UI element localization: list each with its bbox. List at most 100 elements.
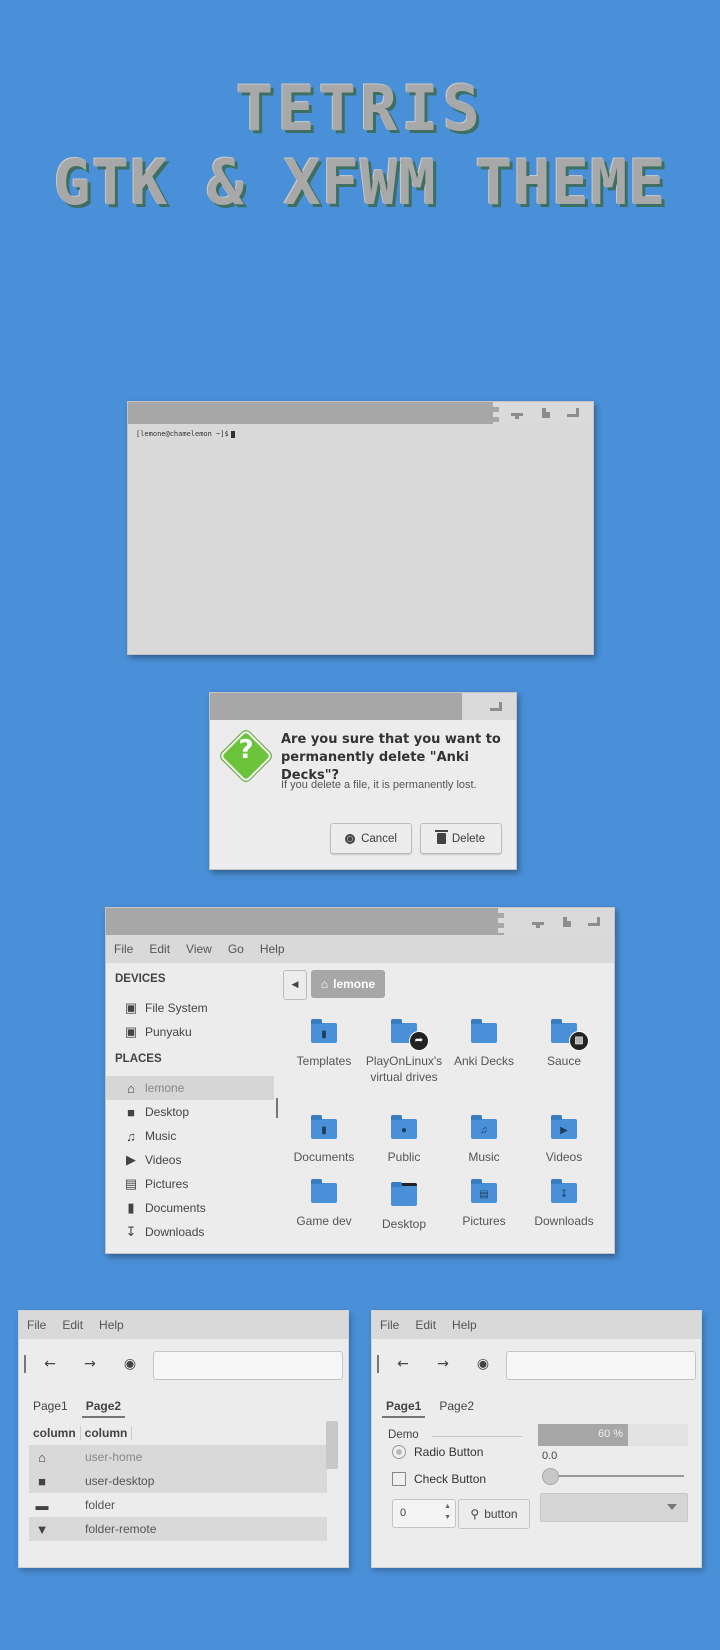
sidebar-item-documents[interactable]: ▮ Documents (106, 1196, 274, 1220)
music-icon: ♫ (126, 1128, 136, 1144)
menu-view[interactable]: View (178, 942, 220, 956)
menu-help[interactable]: Help (91, 1318, 132, 1332)
table-row[interactable]: ▼ folder-remote (29, 1517, 327, 1541)
folder-icon: ↧ (551, 1179, 577, 1203)
table-row[interactable]: ▬ folder (29, 1493, 327, 1517)
fm-titlebar[interactable] (106, 908, 614, 935)
sidebar-item-music[interactable]: ♫ Music (106, 1124, 274, 1148)
forward-arrow-icon[interactable]: → (432, 1353, 454, 1375)
record-icon[interactable]: ◉ (472, 1353, 494, 1375)
delete-dialog: ? Are you sure that you want to permanen… (209, 692, 517, 870)
checkbox-icon (392, 1472, 406, 1486)
cancel-button[interactable]: Cancel (330, 823, 412, 854)
sidebar-item-lemone[interactable]: ⌂ lemone (106, 1076, 274, 1100)
folder-desktop[interactable]: Desktop (364, 1182, 444, 1232)
desktop-folder-icon (391, 1182, 417, 1206)
toolbar-grip[interactable] (377, 1355, 379, 1373)
delete-button[interactable]: Delete (420, 823, 502, 854)
tab-page2[interactable]: Page2 (435, 1397, 478, 1418)
folder-anki-decks[interactable]: Anki Decks (444, 1019, 524, 1069)
home-icon: ⌂ (320, 977, 329, 991)
slider-knob[interactable] (542, 1468, 559, 1485)
sidebar-item-videos[interactable]: ▶ Videos (106, 1148, 274, 1172)
spin-down-icon[interactable]: ▼ (444, 1514, 451, 1521)
link-icon: ➦ (409, 1031, 429, 1051)
pane-divider[interactable] (276, 1098, 278, 1118)
sidebar-item-punyaku[interactable]: ▣ Punyaku (106, 1020, 274, 1044)
folder-icon: ▶ (551, 1115, 577, 1139)
folder-sauce[interactable]: ▩ Sauce (524, 1019, 604, 1069)
folder-icon: ● (391, 1115, 417, 1139)
tab-page1[interactable]: Page1 (29, 1397, 72, 1418)
table-row[interactable]: ■ user-desktop (29, 1469, 327, 1493)
dialog-titlebar[interactable] (210, 693, 516, 720)
toolbar-grip[interactable] (24, 1355, 26, 1373)
terminal-prompt[interactable]: [lemone@chamelemon ~]$ (136, 430, 235, 438)
toolbar-entry[interactable] (506, 1351, 696, 1380)
radio-button[interactable]: Radio Button (392, 1445, 483, 1459)
close-icon[interactable] (490, 701, 504, 712)
demo-toolbar: ← → ◉ (19, 1347, 348, 1380)
folder-icon: ▬ (35, 1497, 49, 1513)
minimize-icon[interactable] (511, 408, 525, 419)
path-back-button[interactable]: ◀ (283, 970, 307, 1000)
spin-up-icon[interactable]: ▲ (444, 1503, 451, 1510)
folder-icon (311, 1179, 337, 1203)
column-header-2[interactable]: column (81, 1426, 133, 1440)
menu-file[interactable]: File (372, 1318, 407, 1332)
menu-edit[interactable]: Edit (407, 1318, 444, 1332)
download-icon: ↧ (125, 1224, 137, 1239)
tree-view: column column ⌂ user-home ■ user-desktop ▬… (29, 1421, 327, 1541)
sidebar-item-desktop[interactable]: ■ Desktop (106, 1100, 274, 1124)
menu-edit[interactable]: Edit (141, 942, 178, 956)
check-button[interactable]: Check Button (392, 1472, 486, 1486)
maximize-icon[interactable] (539, 408, 553, 418)
folder-playonlinux[interactable]: ➦ PlayOnLinux's virtual drives (364, 1019, 444, 1085)
demo-button[interactable]: ⚲ button (458, 1499, 530, 1529)
back-arrow-icon[interactable]: ← (39, 1353, 61, 1375)
document-icon: ▮ (127, 1200, 135, 1215)
folder-public[interactable]: ● Public (364, 1115, 444, 1165)
scrollbar[interactable] (326, 1421, 338, 1469)
folder-templates[interactable]: ▮ Templates (284, 1019, 364, 1069)
spin-button[interactable]: 0 ▲ ▼ (392, 1499, 456, 1528)
tab-page2[interactable]: Page2 (81, 1397, 126, 1418)
folder-pictures[interactable]: ▤ Pictures (444, 1179, 524, 1229)
folder-music[interactable]: ♫ Music (444, 1115, 524, 1165)
folder-icon (471, 1019, 497, 1043)
share-icon: ▩ (569, 1031, 589, 1051)
close-icon[interactable] (567, 408, 581, 418)
menu-file[interactable]: File (106, 942, 141, 956)
progress-bar: 60 % (538, 1424, 688, 1446)
sidebar-item-pictures[interactable]: ▤ Pictures (106, 1172, 274, 1196)
menu-file[interactable]: File (19, 1318, 54, 1332)
table-row[interactable]: ⌂ user-home (29, 1445, 327, 1469)
folder-downloads[interactable]: ↧ Downloads (524, 1179, 604, 1229)
close-icon[interactable] (588, 916, 602, 927)
menu-go[interactable]: Go (220, 942, 252, 956)
maximize-icon[interactable] (560, 916, 574, 927)
terminal-titlebar[interactable] (128, 402, 593, 424)
menu-edit[interactable]: Edit (54, 1318, 91, 1332)
folder-game-dev[interactable]: Game dev (284, 1179, 364, 1229)
record-icon[interactable]: ◉ (119, 1353, 141, 1375)
path-home-button[interactable]: ⌂ lemone (311, 970, 385, 998)
title-line-1: TETRIS (236, 72, 484, 145)
tab-page1[interactable]: Page1 (382, 1397, 426, 1418)
back-arrow-icon[interactable]: ← (392, 1353, 414, 1375)
demo-menubar: File Edit Help (19, 1311, 348, 1339)
minimize-icon[interactable] (532, 917, 546, 928)
sidebar-item-file-system[interactable]: ▣ File System (106, 996, 274, 1020)
sidebar-item-downloads[interactable]: ↧ Downloads (106, 1220, 274, 1244)
scale-slider[interactable] (542, 1468, 684, 1485)
chevron-left-icon: ◀ (291, 980, 299, 990)
menu-help[interactable]: Help (252, 942, 293, 956)
column-header-1[interactable]: column (29, 1426, 81, 1440)
combo-box[interactable] (540, 1493, 688, 1522)
places-heading: PLACES (115, 1053, 162, 1065)
folder-documents[interactable]: ▮ Documents (284, 1115, 364, 1165)
forward-arrow-icon[interactable]: → (79, 1353, 101, 1375)
toolbar-entry[interactable] (153, 1351, 343, 1380)
menu-help[interactable]: Help (444, 1318, 485, 1332)
folder-videos[interactable]: ▶ Videos (524, 1115, 604, 1165)
